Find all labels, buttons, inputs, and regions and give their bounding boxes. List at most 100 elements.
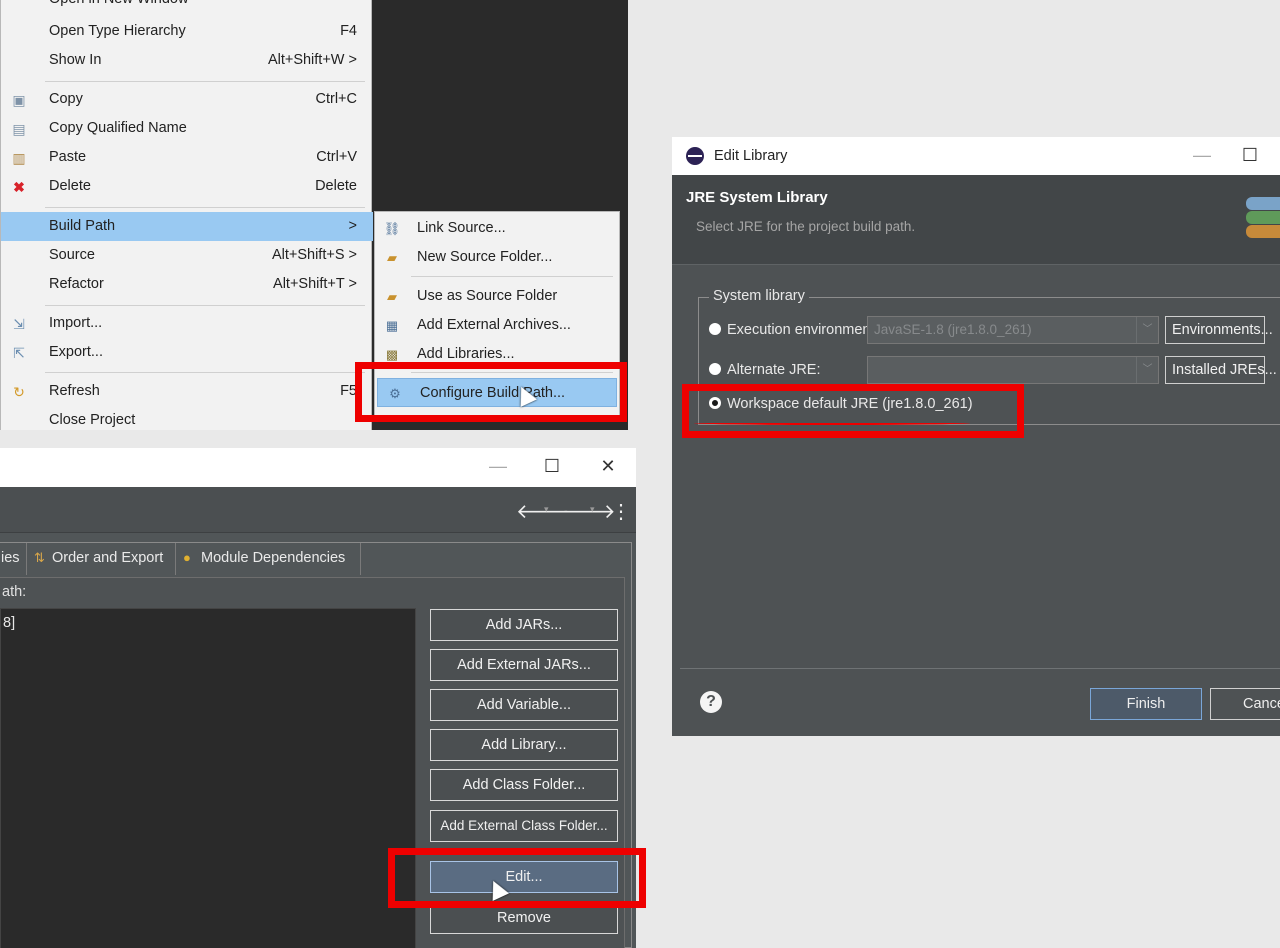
submenu-item-label: Configure Build Path... — [420, 385, 566, 401]
add-external-jars-button[interactable]: Add External JARs... — [430, 649, 618, 681]
refresh-icon: ↻ — [13, 384, 25, 400]
menu-item-label: Refresh — [49, 383, 100, 399]
footer-separator — [680, 668, 1280, 669]
submenu-item-configure-build-path[interactable]: ⚙ Configure Build Path... — [377, 378, 617, 407]
submenu-item-label: New Source Folder... — [417, 249, 553, 265]
menu-item-label: Copy — [49, 91, 83, 107]
menu-item-open-type-hierarchy[interactable]: Open Type Hierarchy F4 — [1, 17, 373, 46]
submenu-item-label: Use as Source Folder — [417, 288, 558, 304]
menu-separator — [45, 81, 365, 82]
combo-value: JavaSE-1.8 (jre1.8.0_261) — [874, 322, 1032, 337]
context-menu-screenshot: Open in New Window Open Type Hierarchy F… — [0, 0, 628, 430]
menu-item-shortcut: Alt+Shift+S > — [271, 247, 357, 263]
libraries-icon: ▩ — [385, 347, 399, 362]
edit-button[interactable]: Edit... — [430, 861, 618, 893]
menu-item-label: Open Type Hierarchy — [49, 23, 186, 39]
submenu-item-label: Link Source... — [417, 220, 506, 236]
menu-item-paste[interactable]: ▥ Paste Ctrl+V — [1, 143, 373, 172]
copy-qualified-name-icon: ▤ — [12, 121, 26, 137]
menu-item-label: Source — [49, 247, 95, 263]
finish-button[interactable]: Finish — [1090, 688, 1202, 720]
submenu-item-label: Add External Archives... — [417, 317, 571, 333]
dialog-title: Edit Library — [714, 148, 788, 164]
radio-execution-environment[interactable]: Execution environment: — [709, 316, 879, 344]
environments-button[interactable]: Environments... — [1165, 316, 1273, 344]
forward-dropdown-icon[interactable]: ▾ — [590, 504, 595, 515]
page-description: Select JRE for the project build path. — [696, 219, 916, 234]
radio-alternate-jre[interactable]: Alternate JRE: — [709, 356, 821, 384]
remove-button[interactable]: Remove — [430, 902, 618, 934]
maximize-button[interactable]: ☐ — [1230, 137, 1270, 176]
menu-item-close-project[interactable]: Close Project — [1, 406, 373, 430]
submenu-arrow: > — [348, 218, 357, 234]
radio-label: Alternate JRE: — [727, 362, 821, 378]
menu-item-shortcut: Ctrl+V — [316, 149, 357, 165]
import-icon: ⇲ — [13, 316, 25, 332]
tab-label: Order and Export — [52, 550, 164, 566]
menu-item-open-in-new-window[interactable]: Open in New Window — [1, 0, 373, 14]
menu-item-label: Show In — [49, 52, 102, 68]
submenu-item-new-source-folder[interactable]: ▰ New Source Folder... — [375, 243, 619, 272]
menu-item-export[interactable]: ⇱ Export... — [1, 338, 373, 367]
menu-item-refresh[interactable]: ↻ Refresh F5 — [1, 377, 373, 406]
menu-item-import[interactable]: ⇲ Import... — [1, 309, 373, 338]
radio-button[interactable] — [709, 323, 721, 335]
build-path-library-list[interactable]: 8] — [0, 608, 416, 948]
submenu-separator — [411, 372, 613, 373]
back-dropdown-icon[interactable]: ▾ — [544, 504, 549, 515]
radio-button[interactable] — [709, 363, 721, 375]
close-button[interactable]: ✕ — [588, 448, 628, 487]
radio-workspace-default-jre[interactable]: Workspace default JRE (jre1.8.0_261) — [709, 390, 973, 418]
submenu-item-label: Add Libraries... — [417, 346, 515, 362]
list-item[interactable]: 8] — [3, 615, 15, 631]
execution-environment-combo[interactable]: JavaSE-1.8 (jre1.8.0_261) ﹀ — [867, 316, 1159, 344]
order-and-export-icon: ⇅ — [34, 550, 45, 565]
menu-item-build-path[interactable]: Build Path > — [1, 212, 373, 241]
help-icon[interactable]: ? — [700, 691, 722, 713]
minimize-button[interactable]: — — [1182, 137, 1222, 176]
menu-separator — [45, 372, 365, 373]
menu-item-shortcut: F5 — [340, 383, 357, 399]
submenu-item-use-as-source-folder[interactable]: ▰ Use as Source Folder — [375, 282, 619, 311]
menu-item-show-in[interactable]: Show In Alt+Shift+W > — [1, 46, 373, 75]
add-variable-button[interactable]: Add Variable... — [430, 689, 618, 721]
tab-order-and-export[interactable]: ⇅ Order and Export — [28, 543, 176, 575]
module-dependencies-icon: ● — [183, 550, 191, 565]
chevron-down-icon[interactable]: ﹀ — [1136, 317, 1158, 343]
configure-build-path-icon: ⚙ — [389, 386, 401, 401]
copy-icon: ▣ — [12, 92, 26, 108]
more-options-icon[interactable]: ⋮ — [611, 499, 631, 524]
build-path-dialog: — ☐ ✕ 🡐 ▾ 🡒 ▾ ⋮ ies ⇅ Order and Export ● M… — [0, 448, 636, 948]
menu-item-source[interactable]: Source Alt+Shift+S > — [1, 241, 373, 270]
build-path-submenu: ⛓ Link Source... ▰ New Source Folder... … — [374, 211, 620, 416]
export-icon: ⇱ — [13, 345, 25, 361]
forward-arrow-icon[interactable]: 🡒 — [562, 499, 616, 524]
menu-separator — [45, 207, 365, 208]
add-jars-button[interactable]: Add JARs... — [430, 609, 618, 641]
tab-libraries[interactable]: ies — [0, 543, 27, 575]
tab-module-dependencies[interactable]: ● Module Dependencies — [177, 543, 361, 575]
submenu-item-link-source[interactable]: ⛓ Link Source... — [375, 214, 619, 243]
submenu-item-add-external-archives[interactable]: ▦ Add External Archives... — [375, 311, 619, 340]
chevron-down-icon[interactable]: ﹀ — [1136, 357, 1158, 383]
edit-library-dialog: Edit Library — ☐ JRE System Library Sele… — [672, 137, 1280, 736]
radio-label: Execution environment: — [727, 322, 879, 338]
cancel-button[interactable]: Cancel — [1210, 688, 1280, 720]
alternate-jre-combo[interactable]: ﹀ — [867, 356, 1159, 384]
menu-item-shortcut: Alt+Shift+T > — [273, 276, 357, 292]
add-class-folder-button[interactable]: Add Class Folder... — [430, 769, 618, 801]
page-heading: JRE System Library — [686, 189, 828, 206]
submenu-item-add-libraries[interactable]: ▩ Add Libraries... — [375, 340, 619, 369]
menu-item-copy-qualified-name[interactable]: ▤ Copy Qualified Name — [1, 114, 373, 143]
menu-item-copy[interactable]: ▣ Copy Ctrl+C — [1, 85, 373, 114]
add-external-class-folder-button[interactable]: Add External Class Folder... — [430, 810, 618, 842]
maximize-button[interactable]: ☐ — [532, 448, 572, 487]
add-library-button[interactable]: Add Library... — [430, 729, 618, 761]
minimize-button[interactable]: — — [478, 448, 518, 487]
menu-item-refactor[interactable]: Refactor Alt+Shift+T > — [1, 270, 373, 299]
installed-jres-button[interactable]: Installed JREs... — [1165, 356, 1277, 384]
menu-item-label: Import... — [49, 315, 103, 331]
menu-item-delete[interactable]: ✖ Delete Delete — [1, 172, 373, 201]
menu-separator — [45, 305, 365, 306]
radio-button-selected[interactable] — [709, 397, 721, 409]
